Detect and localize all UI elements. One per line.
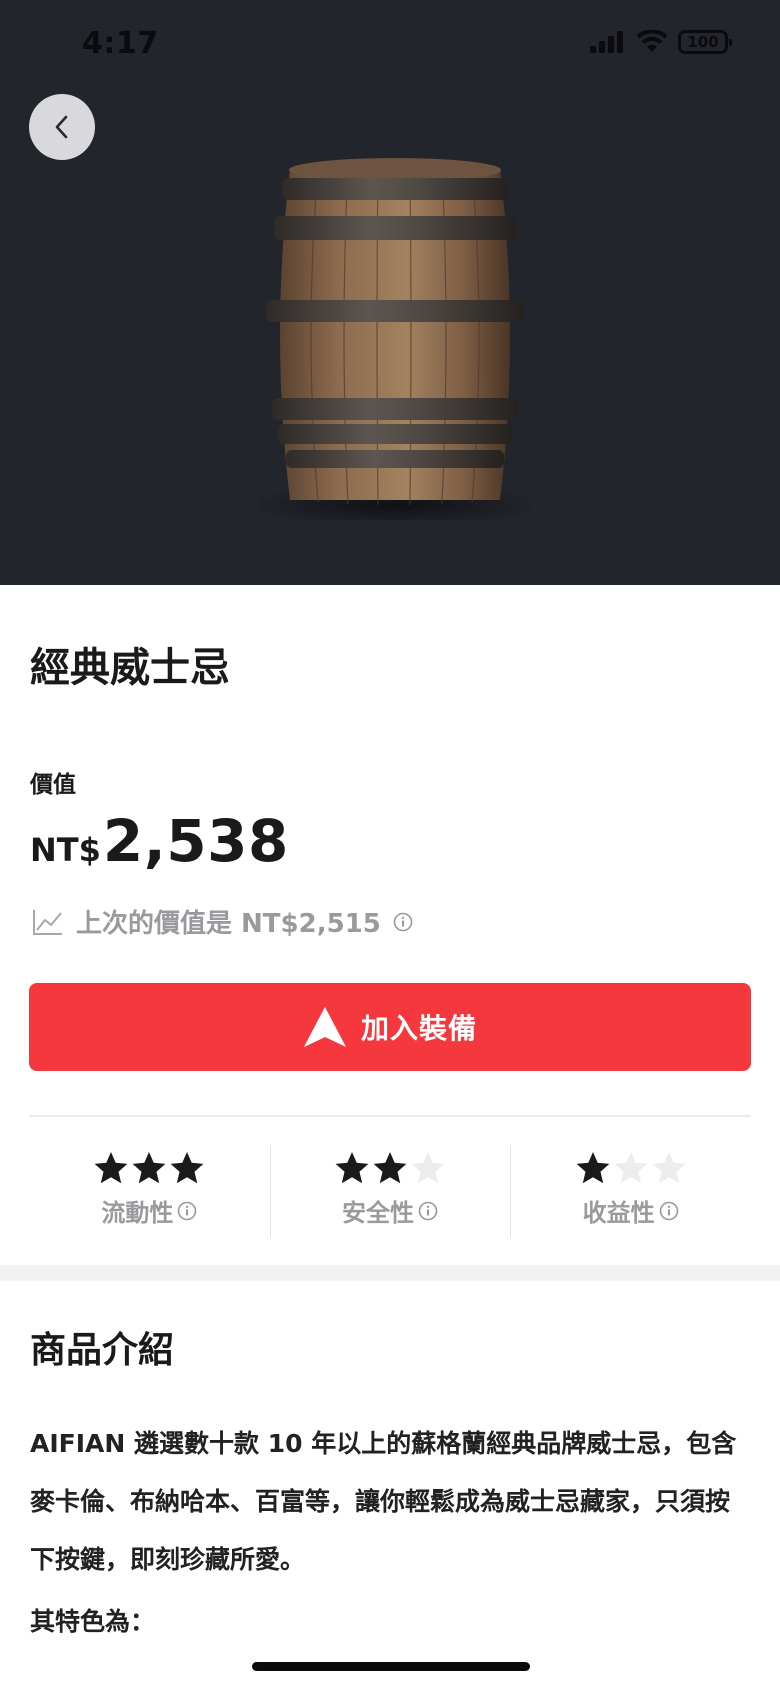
price: NT$ 2,538 — [30, 807, 289, 875]
rating-stars — [575, 1145, 687, 1191]
rating-label-row: 收益性 — [583, 1193, 679, 1228]
star-filled-icon — [170, 1152, 204, 1184]
rating-stars — [93, 1145, 205, 1191]
star-filled-icon — [132, 1152, 166, 1184]
price-currency: NT$ — [30, 831, 101, 869]
value-label: 價值 — [30, 772, 76, 798]
info-icon[interactable] — [393, 912, 413, 932]
info-icon[interactable] — [418, 1201, 438, 1221]
price-amount: 2,538 — [102, 807, 289, 875]
rating-safety: 安全性 — [269, 1145, 511, 1255]
rating-label-row: 流動性 — [101, 1193, 197, 1228]
rating-return: 收益性 — [510, 1145, 751, 1255]
product-description: AIFIAN 遴選數十款 10 年以上的蘇格蘭經典品牌威士忌，包含麥卡倫、布納哈… — [30, 1429, 737, 1574]
whisky-barrel-image — [260, 158, 530, 520]
star-filled-icon — [576, 1152, 610, 1184]
add-to-equipment-button[interactable]: 加入裝備 — [29, 983, 751, 1071]
section-title-intro: 商品介紹 — [30, 1330, 175, 1371]
status-icons: 100 — [590, 30, 732, 54]
home-indicator — [252, 1662, 530, 1671]
star-empty-icon — [411, 1152, 445, 1184]
star-filled-icon — [94, 1152, 128, 1184]
status-time: 4:17 — [82, 26, 159, 61]
star-filled-icon — [335, 1152, 369, 1184]
rating-stars — [334, 1145, 446, 1191]
signal-icon — [590, 31, 623, 53]
back-button[interactable] — [29, 94, 95, 160]
chevron-left-icon — [55, 115, 68, 139]
rating-label-row: 安全性 — [342, 1193, 438, 1228]
wifi-icon — [636, 30, 668, 52]
info-icon[interactable] — [177, 1201, 197, 1221]
star-empty-icon — [614, 1152, 648, 1184]
product-title: 經典威士忌 — [30, 645, 230, 691]
ratings-row: 流動性 安全性 收益性 — [29, 1145, 751, 1255]
divider — [29, 1115, 751, 1117]
previous-value-row: 上次的價值是 NT$2,515 — [32, 903, 413, 940]
battery-icon: 100 — [678, 30, 732, 54]
trend-chart-icon — [33, 909, 62, 935]
rating-label: 收益性 — [582, 1199, 655, 1227]
product-hero: 4:17 100 — [0, 0, 780, 585]
rating-label: 安全性 — [342, 1199, 414, 1227]
star-filled-icon — [373, 1152, 407, 1184]
add-to-equipment-label: 加入裝備 — [360, 1012, 477, 1045]
rating-liquidity: 流動性 — [29, 1145, 270, 1255]
info-icon[interactable] — [659, 1201, 679, 1221]
rating-label: 流動性 — [101, 1199, 174, 1227]
features-heading: 其特色為： — [30, 1607, 156, 1636]
brand-logo-icon — [303, 1007, 346, 1047]
section-separator — [0, 1265, 780, 1281]
status-bar: 4:17 100 — [0, 0, 780, 90]
previous-value-text: 上次的價值是 NT$2,515 — [76, 909, 381, 939]
star-empty-icon — [652, 1152, 686, 1184]
battery-level: 100 — [687, 33, 719, 51]
